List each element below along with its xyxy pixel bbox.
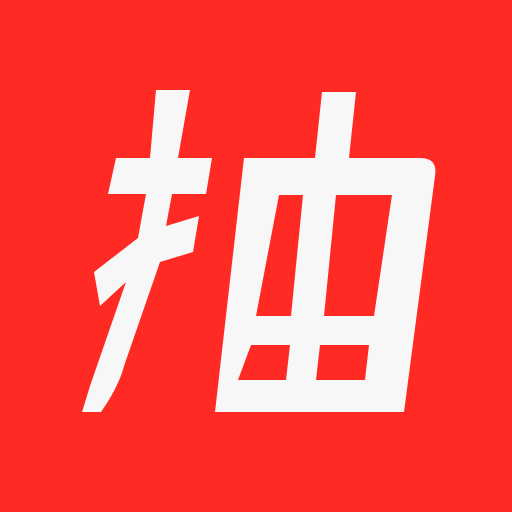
app-icon[interactable]: 抽 xyxy=(0,0,512,512)
chou-glyph-icon xyxy=(0,0,512,512)
